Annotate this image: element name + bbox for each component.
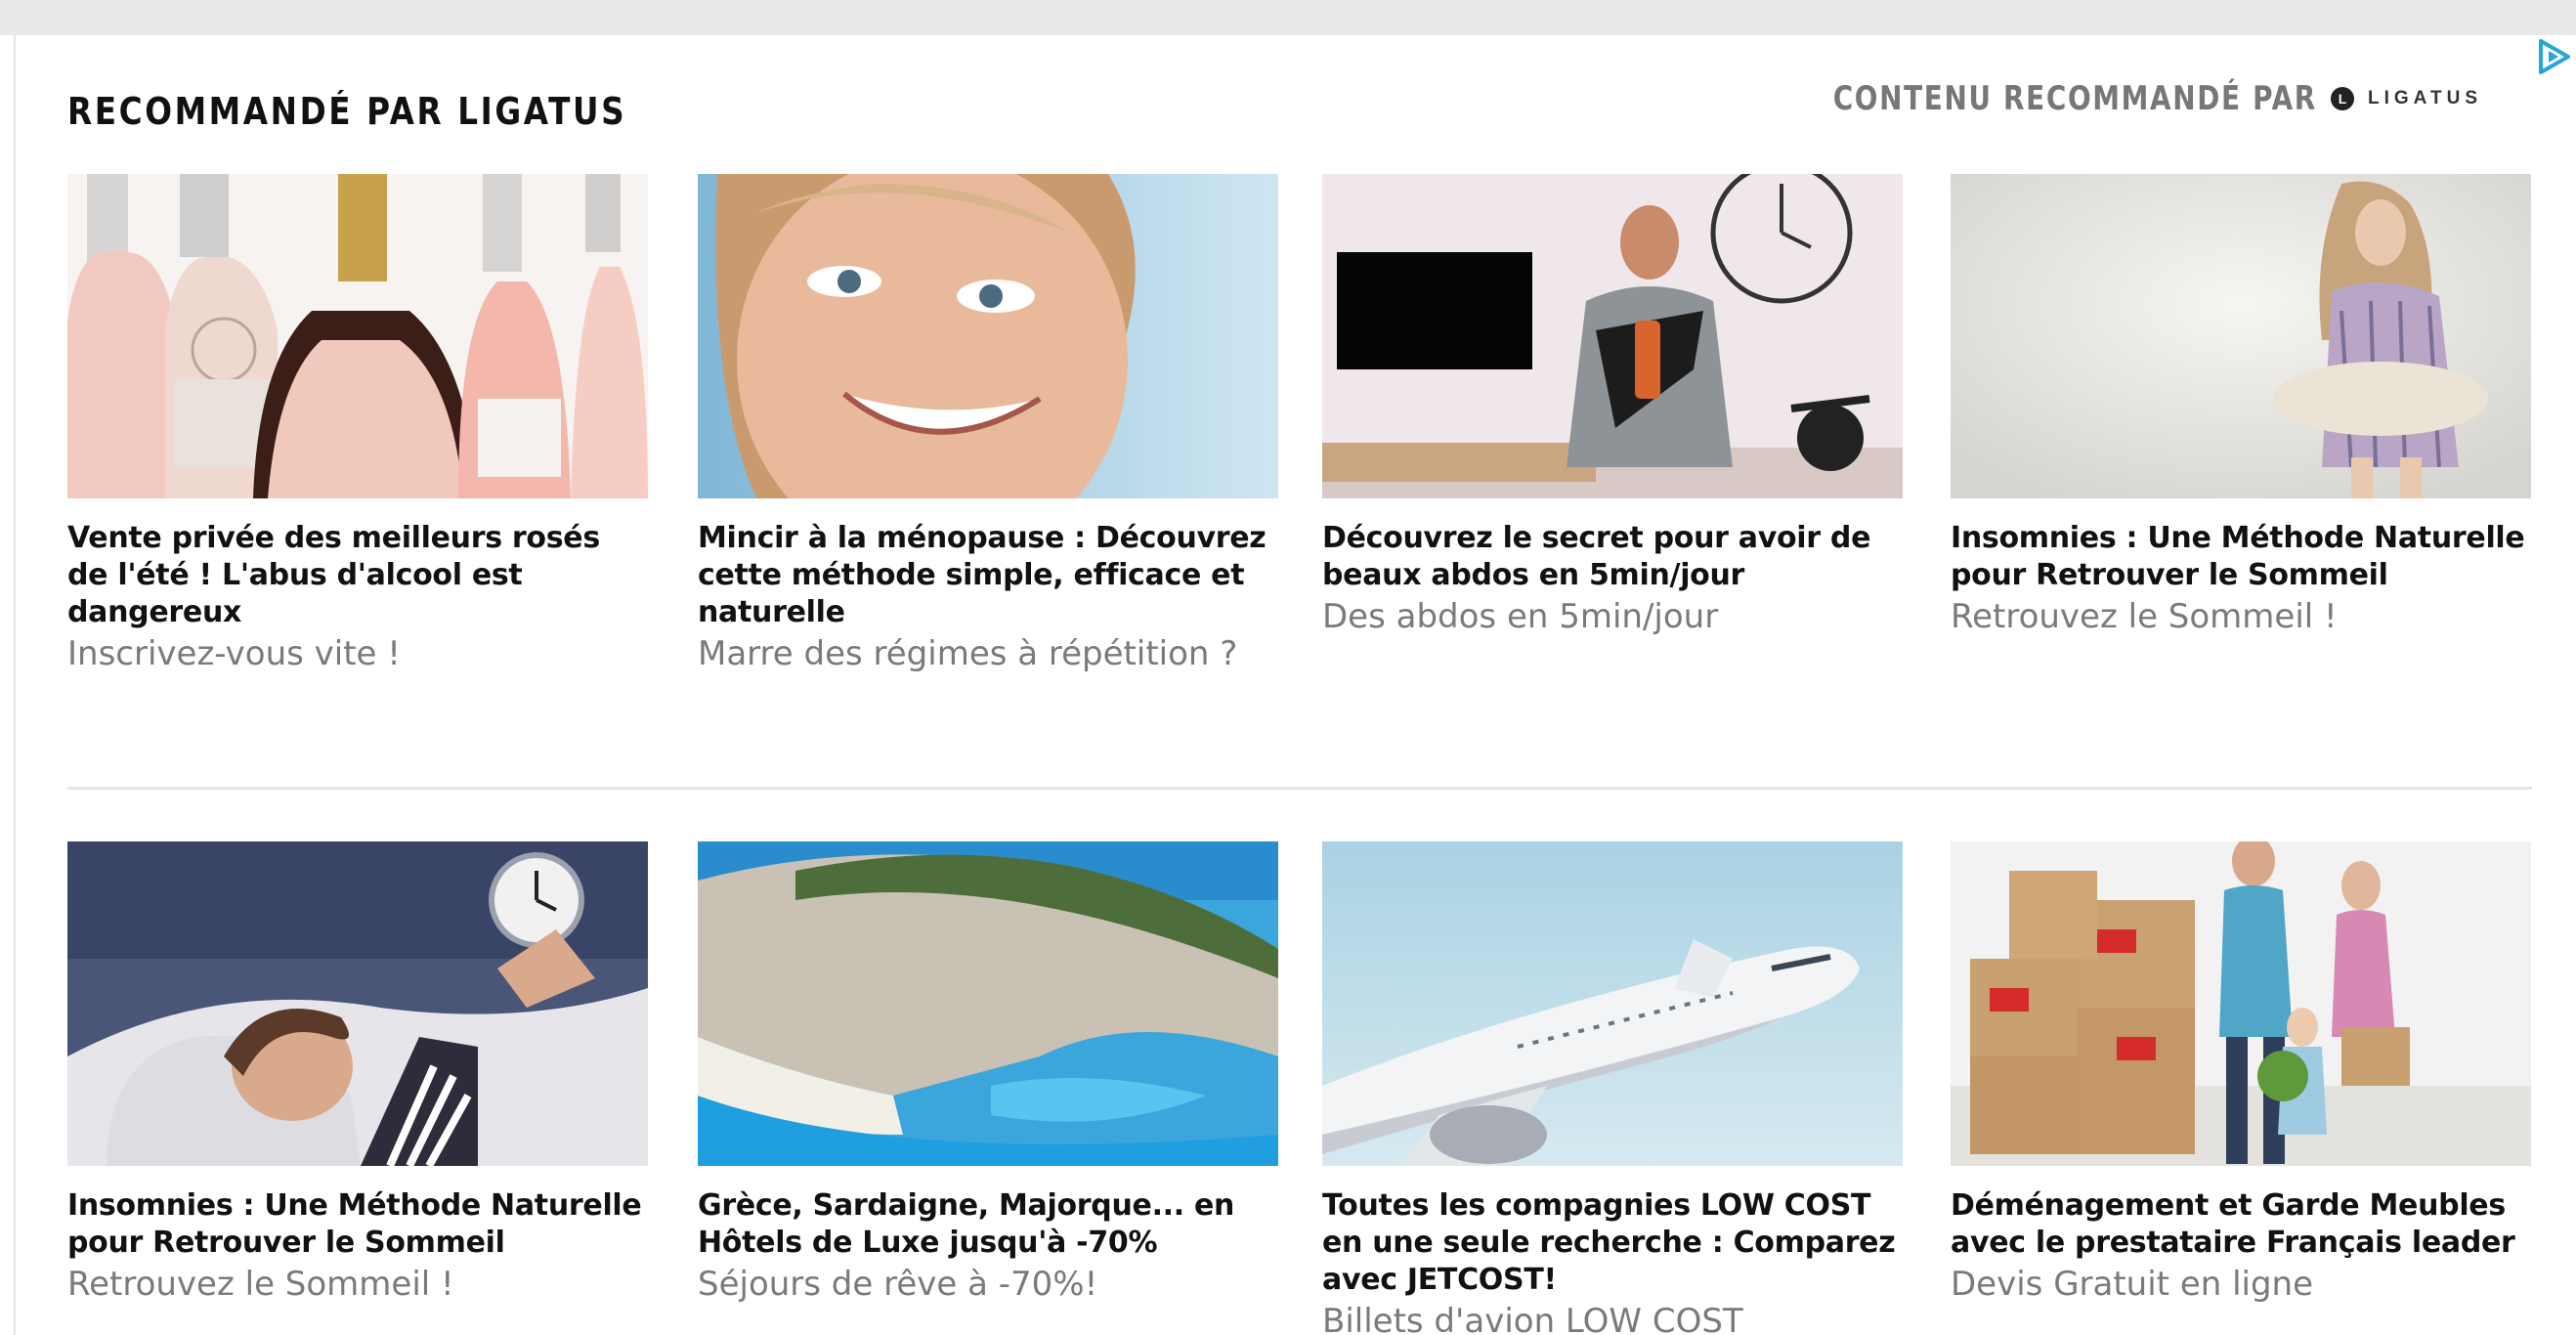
card-subtitle: Retrouvez le Sommeil !	[1951, 597, 2338, 636]
card-image-woman-in-bed[interactable]	[67, 841, 648, 1166]
card-5[interactable]: Insomnies : Une Méthode Naturelle pour R…	[67, 841, 648, 1305]
ligatus-logo-icon: L	[2331, 87, 2355, 110]
woman-portrait-icon	[698, 174, 1278, 498]
card-1[interactable]: Vente privée des meilleurs rosés de l'ét…	[67, 174, 648, 674]
row-divider	[67, 787, 2532, 790]
section-title: RECOMMANDÉ PAR LIGATUS	[67, 90, 627, 133]
card-subtitle: Marre des régimes à répétition ?	[698, 634, 1238, 673]
adchoices-icon[interactable]	[2533, 35, 2576, 78]
container-left-border	[14, 35, 16, 1335]
card-8[interactable]: Déménagement et Garde Meubles avec le pr…	[1951, 841, 2531, 1305]
card-subtitle: Billets d'avion LOW COST	[1322, 1302, 1743, 1335]
card-title[interactable]: Insomnies : Une Méthode Naturelle pour R…	[67, 1187, 648, 1262]
card-image-navagio-beach[interactable]	[698, 841, 1278, 1166]
card-title[interactable]: Grèce, Sardaigne, Majorque... en Hôtels …	[698, 1187, 1278, 1262]
card-title[interactable]: Mincir à la ménopause : Découvrez cette …	[698, 520, 1278, 631]
card-subtitle: Séjours de rêve à -70%!	[698, 1265, 1098, 1304]
card-image-family-moving[interactable]	[1951, 841, 2531, 1166]
card-title[interactable]: Toutes les compagnies LOW COST en une se…	[1322, 1187, 1903, 1299]
card-title[interactable]: Insomnies : Une Méthode Naturelle pour R…	[1951, 520, 2531, 594]
card-subtitle: Inscrivez-vous vite !	[67, 634, 401, 673]
card-title[interactable]: Découvrez le secret pour avoir de beaux …	[1322, 520, 1903, 594]
card-image-ab-machine[interactable]	[1322, 174, 1903, 498]
card-image-airplane[interactable]	[1322, 841, 1903, 1166]
card-title[interactable]: Vente privée des meilleurs rosés de l'ét…	[67, 520, 648, 631]
card-image-tired-woman[interactable]	[1951, 174, 2531, 498]
card-2[interactable]: Mincir à la ménopause : Découvrez cette …	[698, 174, 1278, 674]
woman-pillow-icon	[1951, 174, 2531, 498]
card-3[interactable]: Découvrez le secret pour avoir de beaux …	[1322, 174, 1903, 637]
alarm-clock-bed-icon	[67, 841, 648, 1166]
card-subtitle: Des abdos en 5min/jour	[1322, 597, 1719, 636]
beach-cliff-icon	[698, 841, 1278, 1166]
card-image-smiling-woman[interactable]	[698, 174, 1278, 498]
moving-boxes-icon	[1951, 841, 2531, 1166]
wine-bottles-icon	[67, 174, 648, 498]
airplane-icon	[1322, 841, 1903, 1166]
card-4[interactable]: Insomnies : Une Méthode Naturelle pour R…	[1951, 174, 2531, 637]
card-image-rose-wine-bottles[interactable]	[67, 174, 648, 498]
recommended-by-label: CONTENU RECOMMANDÉ PAR	[1832, 79, 2318, 118]
card-7[interactable]: Toutes les compagnies LOW COST en une se…	[1322, 841, 1903, 1335]
card-subtitle: Retrouvez le Sommeil !	[67, 1265, 454, 1304]
fitness-man-icon	[1322, 174, 1903, 498]
card-6[interactable]: Grèce, Sardaigne, Majorque... en Hôtels …	[698, 841, 1278, 1305]
ligatus-logo-word: LIGATUS	[2368, 88, 2482, 108]
top-bar	[0, 0, 2576, 35]
card-subtitle: Devis Gratuit en ligne	[1951, 1265, 2314, 1304]
card-title[interactable]: Déménagement et Garde Meubles avec le pr…	[1951, 1187, 2531, 1262]
ligatus-attribution[interactable]: CONTENU RECOMMANDÉ PAR L LIGATUS	[1727, 78, 2482, 119]
